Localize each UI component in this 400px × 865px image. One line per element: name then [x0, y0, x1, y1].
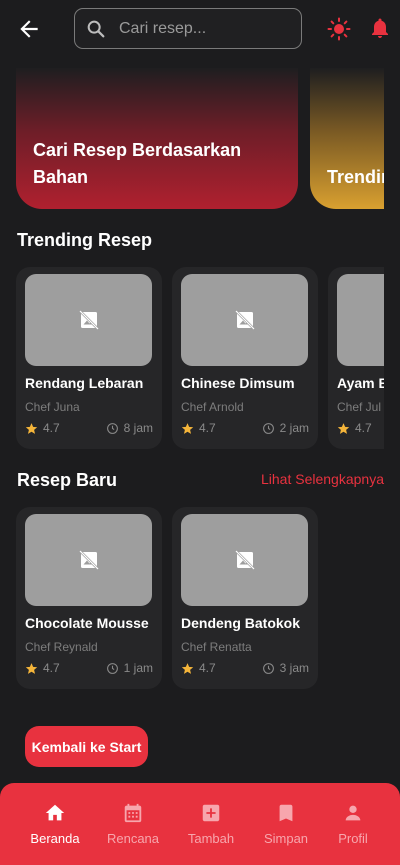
duration-value: 8 jam — [123, 421, 153, 435]
recipe-chef: Chef Jul — [337, 400, 382, 414]
star-icon — [25, 662, 38, 674]
recipe-rating: 4.7 — [181, 661, 216, 675]
duration-value: 1 jam — [123, 661, 153, 675]
section-title-new-recipes: Resep Baru — [17, 470, 118, 490]
nav-label: Profil — [338, 831, 368, 846]
nav-label: Tambah — [187, 831, 235, 846]
clock-icon — [106, 422, 118, 434]
star-icon — [337, 422, 350, 434]
recipe-name: Ayam B — [337, 375, 384, 391]
recipe-rating: 4.7 — [25, 421, 60, 435]
nav-item-tambah[interactable]: Tambah — [171, 783, 251, 865]
banner-trending[interactable]: Trending — [310, 68, 384, 209]
star-icon — [181, 662, 194, 674]
rating-value: 4.7 — [355, 421, 372, 435]
recipe-duration: 3 jam — [262, 661, 309, 675]
notification-bell-icon[interactable] — [368, 16, 392, 40]
recipe-rating: 4.7 — [181, 421, 216, 435]
recipe-name: Chinese Dimsum — [181, 375, 295, 391]
search-icon — [87, 20, 105, 37]
top-bar — [0, 0, 400, 58]
search-box[interactable] — [74, 8, 302, 49]
image-not-supported-icon — [78, 550, 99, 570]
recipe-card[interactable]: Ayam B Chef Jul 4.7 — [328, 267, 384, 449]
nav-item-profil[interactable]: Profil — [313, 783, 393, 865]
image-not-supported-icon — [234, 310, 255, 330]
banner-title: Trending — [327, 167, 384, 187]
recipe-card[interactable]: Chinese Dimsum Chef Arnold 4.7 2 jam — [172, 267, 318, 449]
rating-value: 4.7 — [199, 661, 216, 675]
back-arrow-icon[interactable] — [16, 16, 42, 42]
person-icon — [345, 805, 361, 821]
recipe-image-placeholder — [181, 514, 308, 606]
recipe-duration: 2 jam — [262, 421, 309, 435]
trending-card-row[interactable]: Rendang Lebaran Chef Juna 4.7 8 jam Chin… — [16, 267, 384, 451]
recipe-card[interactable]: Dendeng Batokok Chef Renatta 4.7 3 jam — [172, 507, 318, 689]
recipe-card[interactable]: Rendang Lebaran Chef Juna 4.7 8 jam — [16, 267, 162, 449]
search-input[interactable] — [119, 19, 289, 38]
recipe-duration: 8 jam — [106, 421, 153, 435]
see-more-link[interactable]: Lihat Selengkapnya — [261, 471, 384, 487]
recipe-name: Rendang Lebaran — [25, 375, 144, 391]
duration-value: 3 jam — [279, 661, 309, 675]
recipe-card[interactable]: Chocolate Mousse Chef Reynald 4.7 1 jam — [16, 507, 162, 689]
clock-icon — [262, 422, 274, 434]
image-not-supported-icon — [234, 550, 255, 570]
new-recipes-card-row[interactable]: Chocolate Mousse Chef Reynald 4.7 1 jam … — [16, 507, 384, 691]
recipe-image-placeholder — [25, 514, 152, 606]
recipe-image-placeholder — [337, 274, 384, 366]
banner-title: Cari Resep Berdasarkan Bahan — [33, 140, 242, 187]
back-to-start-button[interactable]: Kembali ke Start — [25, 726, 148, 767]
recipe-image-placeholder — [25, 274, 152, 366]
bottom-navigation: Beranda Rencana Tambah Simpan Profil — [0, 783, 400, 865]
star-icon — [25, 422, 38, 434]
clock-icon — [262, 662, 274, 674]
recipe-chef: Chef Arnold — [181, 400, 244, 414]
recipe-name: Dendeng Batokok — [181, 615, 301, 631]
rating-value: 4.7 — [43, 661, 60, 675]
rating-value: 4.7 — [43, 421, 60, 435]
nav-label: Rencana — [106, 831, 160, 846]
rating-value: 4.7 — [199, 421, 216, 435]
home-icon — [45, 804, 65, 821]
theme-toggle-sun-icon[interactable] — [327, 17, 351, 41]
section-title-trending: Trending Resep — [17, 230, 153, 250]
duration-value: 2 jam — [279, 421, 309, 435]
bookmark-icon — [279, 804, 293, 822]
recipe-name: Chocolate Mousse — [25, 615, 149, 631]
recipe-chef: Chef Renatta — [181, 640, 252, 654]
calendar-icon — [124, 803, 142, 823]
recipe-image-placeholder — [181, 274, 308, 366]
banner-carousel[interactable]: Cari Resep Berdasarkan Bahan Trending — [16, 68, 384, 210]
recipe-rating: 4.7 — [337, 421, 372, 435]
banner-search-by-ingredient[interactable]: Cari Resep Berdasarkan Bahan — [16, 68, 298, 209]
star-icon — [181, 422, 194, 434]
recipe-chef: Chef Reynald — [25, 640, 98, 654]
image-not-supported-icon — [78, 310, 99, 330]
nav-item-beranda[interactable]: Beranda — [15, 783, 95, 865]
nav-label: Beranda — [30, 831, 80, 846]
recipe-duration: 1 jam — [106, 661, 153, 675]
clock-icon — [106, 662, 118, 674]
nav-item-rencana[interactable]: Rencana — [93, 783, 173, 865]
recipe-rating: 4.7 — [25, 661, 60, 675]
recipe-chef: Chef Juna — [25, 400, 80, 414]
add-box-icon — [202, 804, 220, 822]
